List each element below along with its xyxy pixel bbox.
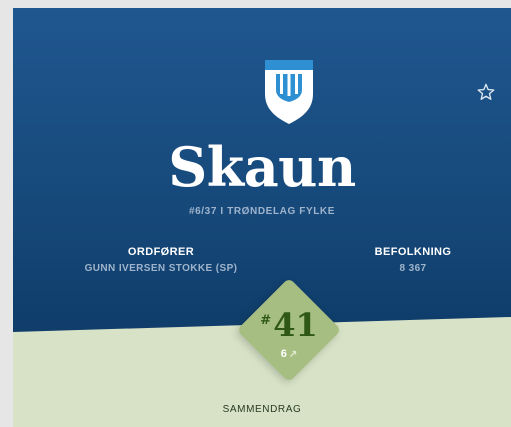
score-number: 41 (273, 306, 318, 344)
population-stat: BEFOLKNING 8 367 (353, 246, 473, 274)
coat-of-arms-icon (265, 60, 313, 124)
score-hash: # (260, 313, 272, 328)
municipality-card: Skaun #6/37 I TRØNDELAG FYLKE ORDFØRER G… (13, 8, 511, 427)
population-label: BEFOLKNING (374, 246, 452, 258)
favorite-star-icon[interactable] (474, 80, 498, 104)
summary-heading[interactable]: SAMMENDRAG (13, 404, 511, 415)
county-rank: #6/37 I TRØNDELAG FYLKE (188, 206, 336, 217)
municipality-name: Skaun (168, 135, 356, 199)
score-badge: #41 6 ↗ (236, 277, 342, 383)
score-rank: #41 (237, 308, 341, 342)
score-change: 6 ↗ (237, 348, 341, 360)
arrow-up-right-icon: ↗ (288, 349, 298, 360)
mayor-stat: ORDFØRER GUNN IVERSEN STOKKE (SP) (61, 246, 261, 274)
mayor-label: ORDFØRER (127, 246, 195, 258)
mayor-value: GUNN IVERSEN STOKKE (SP) (84, 263, 238, 274)
score-change-value: 6 (280, 348, 287, 360)
population-value: 8 367 (399, 263, 427, 274)
